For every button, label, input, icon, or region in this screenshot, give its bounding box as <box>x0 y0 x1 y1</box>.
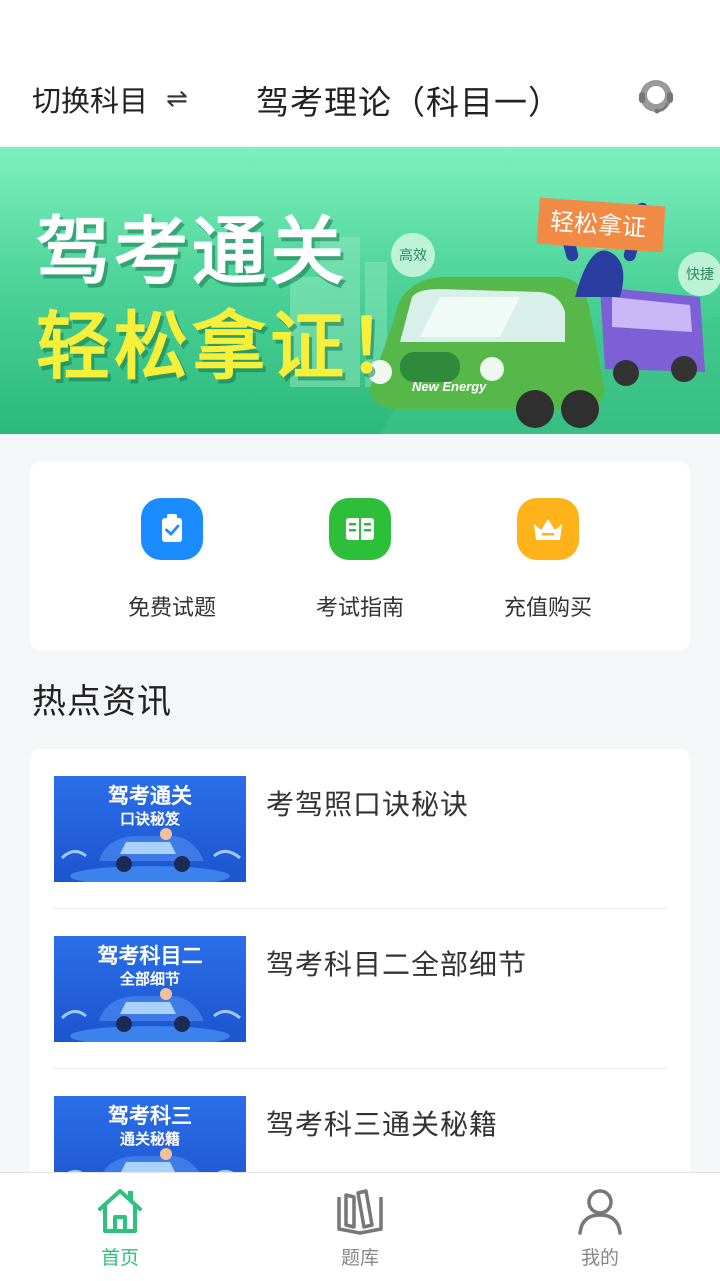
promo-banner[interactable]: New Energy 轻松拿证 高效 快捷 驾考通关 轻松拿证！ <box>0 147 720 434</box>
thumb-subtitle: 口诀秘笈 <box>119 810 180 828</box>
swap-arrows-icon: ⇌ <box>166 84 188 114</box>
tab-label: 题库 <box>340 1247 379 1269</box>
hot-news-heading: 热点资讯 <box>32 682 172 722</box>
books-icon <box>337 1189 383 1235</box>
quick-action-free-questions[interactable]: 免费试题 <box>92 498 252 622</box>
quick-action-label: 免费试题 <box>127 596 216 621</box>
book-icon <box>329 498 391 560</box>
thumb-title: 驾考科目二 <box>97 944 203 968</box>
banner-headline-1: 驾考通关 <box>36 209 348 295</box>
bottom-tab-bar: 首页 题库 我的 <box>0 1172 720 1281</box>
tab-question-bank[interactable]: 题库 <box>300 1185 420 1270</box>
switch-subject-button[interactable]: 切换科目 ⇌ <box>32 78 188 120</box>
news-title: 考驾照口诀秘诀 <box>266 788 470 821</box>
news-thumbnail: 驾考科目二 全部细节 <box>54 936 246 1042</box>
list-item[interactable]: 驾考通关 口诀秘笈 考驾照口诀秘诀 <box>54 749 666 909</box>
tab-profile[interactable]: 我的 <box>540 1185 660 1270</box>
news-thumbnail: 驾考通关 口诀秘笈 <box>54 776 246 882</box>
quick-action-label: 考试指南 <box>315 596 404 621</box>
page-title: 驾考理论（科目一） <box>256 83 562 122</box>
thumb-subtitle: 通关秘籍 <box>119 1130 180 1148</box>
user-icon <box>578 1189 622 1235</box>
quick-actions-card: 免费试题 考试指南 充值购买 <box>30 462 690 650</box>
top-bar: 切换科目 ⇌ 驾考理论（科目一） <box>0 0 720 147</box>
news-title: 驾考科目二全部细节 <box>266 948 528 981</box>
tab-label: 我的 <box>580 1247 619 1269</box>
tab-label: 首页 <box>100 1247 139 1269</box>
hot-news-list: 驾考通关 口诀秘笈 考驾照口诀秘诀 驾考科目二 全部细节 驾考科目二全部细节 驾… <box>30 749 690 1229</box>
quick-action-label: 充值购买 <box>503 596 592 621</box>
news-title: 驾考科三通关秘籍 <box>266 1108 499 1141</box>
customer-service-icon[interactable] <box>636 76 676 116</box>
bubble-efficient: 高效 <box>399 247 427 264</box>
thumb-title: 驾考通关 <box>108 784 192 808</box>
thumb-title: 驾考科三 <box>108 1104 192 1128</box>
list-item[interactable]: 驾考科目二 全部细节 驾考科目二全部细节 <box>54 909 666 1069</box>
switch-subject-label: 切换科目 <box>32 84 149 118</box>
quick-action-recharge[interactable]: 充值购买 <box>468 498 628 622</box>
quick-action-exam-guide[interactable]: 考试指南 <box>280 498 440 622</box>
crown-icon <box>517 498 579 560</box>
bubble-fast: 快捷 <box>686 267 714 283</box>
tab-home[interactable]: 首页 <box>60 1185 180 1270</box>
banner-headline-2: 轻松拿证！ <box>36 304 426 390</box>
thumb-subtitle: 全部细节 <box>119 970 180 988</box>
home-icon <box>98 1189 142 1233</box>
clipboard-check-icon <box>141 498 203 560</box>
